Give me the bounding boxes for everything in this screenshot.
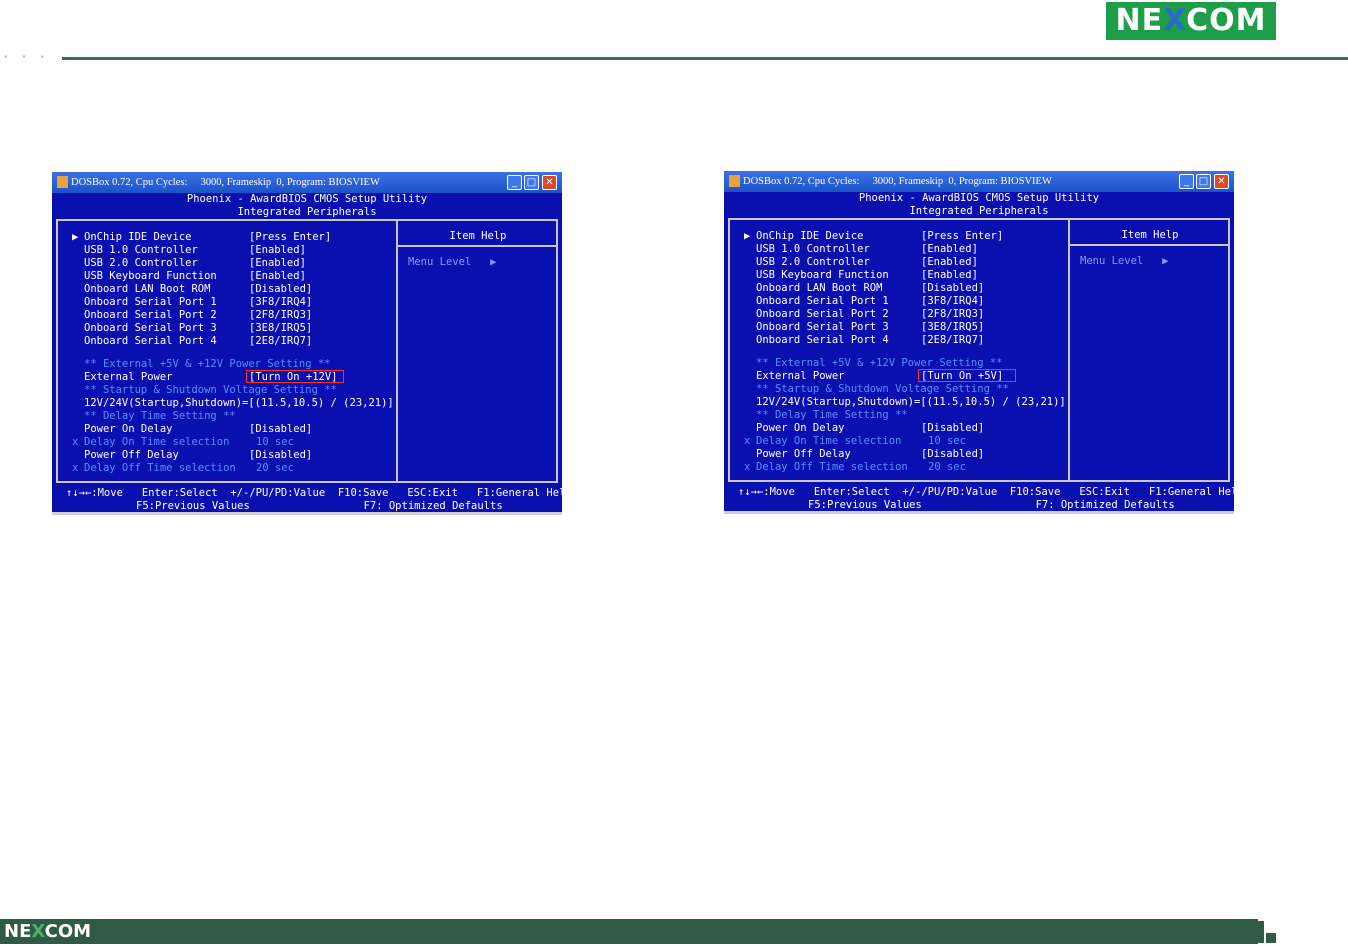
minimize-icon[interactable]: _ bbox=[507, 175, 522, 190]
header-rule bbox=[62, 57, 1348, 60]
bios-header-title: Phoenix - AwardBIOS CMOS Setup Utility bbox=[858, 192, 1100, 204]
item-help-title: Item Help bbox=[449, 230, 507, 242]
highlight-box bbox=[246, 370, 344, 383]
header-dots: • • • bbox=[4, 52, 51, 63]
footer-bar: NEXCOM bbox=[0, 919, 1258, 944]
highlight-box bbox=[918, 369, 1016, 382]
window-title: DOSBox 0.72, Cpu Cycles: 3000, Frameskip… bbox=[71, 177, 380, 188]
bios-item[interactable]: USB 1.0 Controller [Enabled] bbox=[52, 244, 396, 257]
bios-item[interactable]: Onboard Serial Port 4 [2E8/IRQ7] bbox=[724, 334, 1068, 347]
menu-level: Menu Level ▶ bbox=[408, 256, 497, 268]
maximize-icon[interactable]: □ bbox=[1196, 174, 1211, 189]
close-icon[interactable]: ✕ bbox=[542, 175, 557, 190]
bios-key-help: ↑↓→←:Move Enter:Select +/-/PU/PD:Value F… bbox=[66, 487, 572, 512]
menu-level: Menu Level ▶ bbox=[1080, 255, 1169, 267]
bios-item[interactable]: Onboard Serial Port 2 [2F8/IRQ3] bbox=[52, 309, 396, 322]
delay-off-time-item: x Delay Off Time selection 20 sec bbox=[72, 462, 294, 474]
dosbox-icon bbox=[57, 176, 68, 188]
bios-item[interactable]: USB 1.0 Controller [Enabled] bbox=[724, 243, 1068, 256]
bios-item[interactable]: Onboard Serial Port 2 [2F8/IRQ3] bbox=[724, 308, 1068, 321]
submenu-arrow-icon: ▶ bbox=[72, 231, 79, 243]
dosbox-icon bbox=[729, 175, 740, 187]
bios-item[interactable]: Onboard Serial Port 3 [3E8/IRQ5] bbox=[724, 321, 1068, 334]
bios-screenshot-5v: DOSBox 0.72, Cpu Cycles: 3000, Frameskip… bbox=[724, 171, 1244, 514]
bios-item[interactable]: Onboard Serial Port 1 [3F8/IRQ4] bbox=[724, 295, 1068, 308]
bios-screenshot-12v: DOSBox 0.72, Cpu Cycles: 3000, Frameskip… bbox=[52, 172, 572, 515]
power-off-delay-item[interactable]: Power Off Delay [Disabled] bbox=[52, 449, 396, 462]
bios-header-subtitle: Integrated Peripherals bbox=[237, 206, 377, 218]
bios-header-subtitle: Integrated Peripherals bbox=[909, 205, 1049, 217]
section-delay-heading: ** Delay Time Setting ** bbox=[756, 409, 908, 421]
bios-item[interactable]: Onboard Serial Port 3 [3E8/IRQ5] bbox=[52, 322, 396, 335]
delay-on-time-item: x Delay On Time selection 10 sec bbox=[72, 436, 294, 448]
footer-logo: NEXCOM bbox=[4, 921, 92, 942]
item-help-title: Item Help bbox=[1121, 229, 1179, 241]
voltage-setting[interactable]: 12V/24V(Startup,Shutdown)=[(11.5,10.5) /… bbox=[84, 397, 394, 410]
nexcom-logo: NEXCOM bbox=[1106, 2, 1276, 40]
window-titlebar: DOSBox 0.72, Cpu Cycles: 3000, Frameskip… bbox=[52, 172, 562, 193]
section-delay-heading: ** Delay Time Setting ** bbox=[84, 410, 236, 422]
external-power-item[interactable]: External Power [Turn On +12V] bbox=[52, 371, 396, 384]
section-voltage-heading: ** Startup & Shutdown Voltage Setting ** bbox=[756, 383, 1009, 395]
close-icon[interactable]: ✕ bbox=[1214, 174, 1229, 189]
bios-item[interactable]: USB 2.0 Controller [Enabled] bbox=[724, 256, 1068, 269]
window-titlebar: DOSBox 0.72, Cpu Cycles: 3000, Frameskip… bbox=[724, 171, 1234, 192]
frame-divider bbox=[396, 219, 398, 483]
power-on-delay-item[interactable]: Power On Delay [Disabled] bbox=[724, 422, 1068, 435]
bios-item[interactable]: Onboard LAN Boot ROM [Disabled] bbox=[724, 282, 1068, 295]
bios-item[interactable]: Onboard LAN Boot ROM [Disabled] bbox=[52, 283, 396, 296]
submenu-arrow-icon: ▶ bbox=[744, 230, 751, 242]
minimize-icon[interactable]: _ bbox=[1179, 174, 1194, 189]
delay-on-time-item: x Delay On Time selection 10 sec bbox=[744, 435, 966, 447]
help-divider bbox=[398, 245, 558, 247]
bios-header-title: Phoenix - AwardBIOS CMOS Setup Utility bbox=[186, 193, 428, 205]
bios-item[interactable]: ▶ OnChip IDE Device [Press Enter] bbox=[724, 230, 1068, 243]
bios-item[interactable]: Onboard Serial Port 1 [3F8/IRQ4] bbox=[52, 296, 396, 309]
bios-item[interactable]: USB 2.0 Controller [Enabled] bbox=[52, 257, 396, 270]
voltage-setting[interactable]: 12V/24V(Startup,Shutdown)=[(11.5,10.5) /… bbox=[756, 396, 1066, 409]
bios-item[interactable]: USB Keyboard Function [Enabled] bbox=[724, 269, 1068, 282]
bios-item[interactable]: ▶ OnChip IDE Device [Press Enter] bbox=[52, 231, 396, 244]
delay-off-time-item: x Delay Off Time selection 20 sec bbox=[744, 461, 966, 473]
external-power-item[interactable]: External Power [Turn On +5V] bbox=[724, 370, 1068, 383]
screen-bottom-edge bbox=[724, 511, 1234, 514]
bios-item[interactable]: Onboard Serial Port 4 [2E8/IRQ7] bbox=[52, 335, 396, 348]
power-on-delay-item[interactable]: Power On Delay [Disabled] bbox=[52, 423, 396, 436]
footer-corner-icon bbox=[1256, 921, 1278, 943]
screen-bottom-edge bbox=[52, 512, 562, 515]
frame-divider bbox=[1068, 218, 1070, 482]
power-off-delay-item[interactable]: Power Off Delay [Disabled] bbox=[724, 448, 1068, 461]
window-title: DOSBox 0.72, Cpu Cycles: 3000, Frameskip… bbox=[743, 176, 1052, 187]
maximize-icon[interactable]: □ bbox=[524, 175, 539, 190]
section-voltage-heading: ** Startup & Shutdown Voltage Setting ** bbox=[84, 384, 337, 396]
bios-item[interactable]: USB Keyboard Function [Enabled] bbox=[52, 270, 396, 283]
bios-key-help: ↑↓→←:Move Enter:Select +/-/PU/PD:Value F… bbox=[738, 486, 1244, 511]
help-divider bbox=[1070, 244, 1230, 246]
